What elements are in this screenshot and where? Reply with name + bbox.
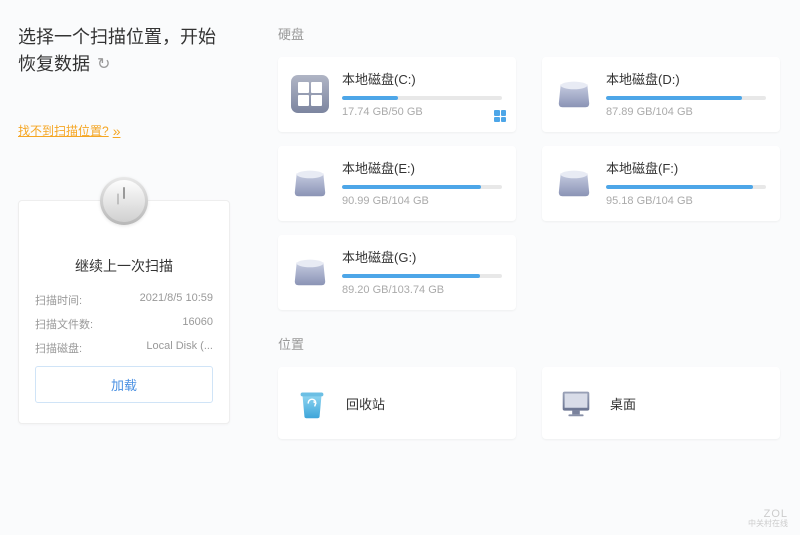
help-link[interactable]: 找不到扫描位置?» bbox=[18, 122, 120, 139]
disk-usage-bar bbox=[342, 274, 502, 278]
disk-name: 本地磁盘(E:) bbox=[342, 158, 502, 177]
disk-card-G[interactable]: 本地磁盘(G:) 89.20 GB/103.74 GB bbox=[278, 235, 516, 310]
grid-indicator-icon bbox=[494, 110, 506, 122]
hard-drive-icon bbox=[554, 164, 594, 202]
last-scan-title: 继续上一次扫描 bbox=[35, 256, 213, 276]
disk-card-D[interactable]: 本地磁盘(D:) 87.89 GB/104 GB bbox=[542, 57, 780, 132]
locations-section-label: 位置 bbox=[278, 334, 780, 353]
disk-name: 本地磁盘(D:) bbox=[606, 69, 766, 88]
disk-name: 本地磁盘(C:) bbox=[342, 69, 502, 88]
recycle-bin-icon bbox=[292, 383, 332, 423]
disk-size: 17.74 GB/50 GB bbox=[342, 106, 502, 118]
disk-size: 90.99 GB/104 GB bbox=[342, 195, 502, 207]
refresh-icon[interactable]: ↻ bbox=[97, 53, 110, 77]
hard-drive-icon bbox=[290, 253, 330, 291]
chevron-right-icon: » bbox=[113, 123, 121, 139]
location-name: 桌面 bbox=[610, 394, 636, 413]
windows-drive-icon bbox=[290, 75, 330, 113]
disk-card-E[interactable]: 本地磁盘(E:) 90.99 GB/104 GB bbox=[278, 146, 516, 221]
location-name: 回收站 bbox=[346, 394, 385, 413]
disk-usage-bar bbox=[342, 96, 502, 100]
scan-files-row: 扫描文件数:16060 bbox=[35, 316, 213, 332]
clock-icon bbox=[100, 177, 148, 225]
hard-drive-icon bbox=[290, 164, 330, 202]
disk-name: 本地磁盘(G:) bbox=[342, 247, 502, 266]
disks-section-label: 硬盘 bbox=[278, 24, 780, 43]
disk-size: 95.18 GB/104 GB bbox=[606, 195, 766, 207]
page-title: 选择一个扫描位置，开始恢复数据 ↻ bbox=[18, 24, 230, 78]
scan-time-row: 扫描时间:2021/8/5 10:59 bbox=[35, 292, 213, 308]
watermark: ZOL 中关村在线 bbox=[748, 508, 788, 529]
disk-name: 本地磁盘(F:) bbox=[606, 158, 766, 177]
disk-card-C[interactable]: 本地磁盘(C:) 17.74 GB/50 GB bbox=[278, 57, 516, 132]
disk-size: 89.20 GB/103.74 GB bbox=[342, 284, 502, 296]
disk-usage-bar bbox=[606, 185, 766, 189]
location-recycle-bin[interactable]: 回收站 bbox=[278, 367, 516, 439]
disk-size: 87.89 GB/104 GB bbox=[606, 106, 766, 118]
scan-disk-row: 扫描磁盘:Local Disk (... bbox=[35, 340, 213, 356]
disk-card-F[interactable]: 本地磁盘(F:) 95.18 GB/104 GB bbox=[542, 146, 780, 221]
last-scan-card: 继续上一次扫描 扫描时间:2021/8/5 10:59 扫描文件数:16060 … bbox=[18, 200, 230, 424]
load-button[interactable]: 加载 bbox=[35, 366, 213, 403]
desktop-icon bbox=[556, 383, 596, 423]
disk-usage-bar bbox=[606, 96, 766, 100]
location-desktop[interactable]: 桌面 bbox=[542, 367, 780, 439]
hard-drive-icon bbox=[554, 75, 594, 113]
disk-usage-bar bbox=[342, 185, 502, 189]
